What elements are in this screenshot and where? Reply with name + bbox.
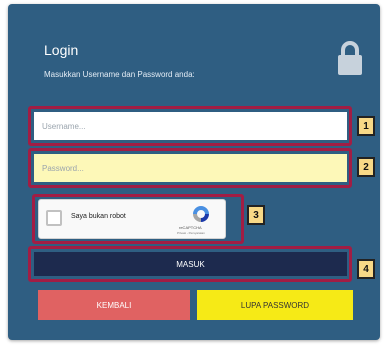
lock-icon <box>338 41 362 75</box>
forgot-password-button[interactable]: LUPA PASSWORD <box>197 290 353 320</box>
back-button[interactable]: KEMBALI <box>38 290 190 320</box>
recaptcha-widget: Saya bukan robot reCAPTCHA Privasi - Per… <box>38 199 226 239</box>
step-marker-1: 1 <box>357 116 375 136</box>
recaptcha-checkbox[interactable] <box>46 210 62 226</box>
step-marker-3: 3 <box>247 205 265 225</box>
recaptcha-label: Saya bukan robot <box>71 213 126 220</box>
recaptcha-logo-icon <box>193 206 209 222</box>
password-input[interactable] <box>34 154 347 182</box>
page-title: Login <box>44 42 79 58</box>
step-marker-2: 2 <box>357 157 375 177</box>
login-instructions: Masukkan Username dan Password anda: <box>44 70 195 79</box>
login-button[interactable]: MASUK <box>34 252 347 276</box>
recaptcha-terms-link[interactable]: Privasi - Persyaratan <box>177 231 205 235</box>
recaptcha-brand: reCAPTCHA <box>179 225 202 230</box>
step-marker-4: 4 <box>357 259 375 279</box>
username-input[interactable] <box>34 112 347 140</box>
